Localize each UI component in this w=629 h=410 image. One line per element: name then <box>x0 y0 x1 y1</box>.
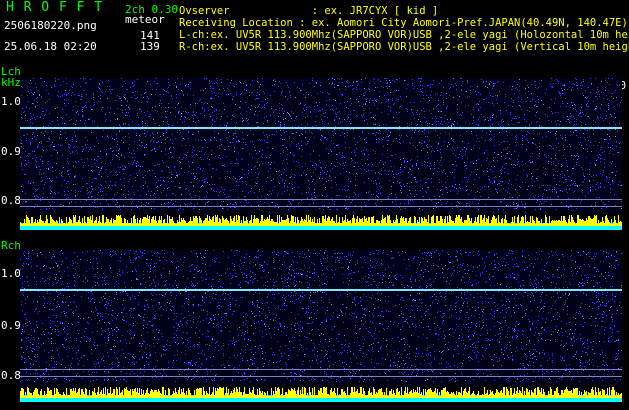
activity-bars <box>20 387 622 398</box>
observer-line: Ovserver : ex. JR7CYX [ kid ] <box>179 5 439 17</box>
lch-config-line: L-ch:ex. UV5R 113.900Mhz(SAPPORO VOR)USB… <box>179 29 629 41</box>
signal-trace <box>20 127 622 129</box>
meteor-count-r: 139 <box>140 40 160 53</box>
rch-config-line: R-ch:ex. UV5R 113.900Mhz(SAPPORO VOR)USB… <box>179 41 629 53</box>
lch-ytick-3: 0.8 <box>1 194 21 207</box>
rch-spectrogram-canvas <box>20 250 622 402</box>
rch-spectrogram <box>20 250 622 402</box>
reference-line <box>20 199 622 200</box>
reference-line <box>20 369 622 370</box>
image-filename: 2506180220.png <box>4 19 97 32</box>
lch-ytick-2: 0.9 <box>1 145 21 158</box>
spectrogram-background <box>20 250 622 385</box>
location-line: Receiving Location : ex. Aomori City Aom… <box>179 17 628 29</box>
rch-ytick-1: 1.0 <box>1 267 21 280</box>
rch-ytick-3: 0.8 <box>1 369 21 382</box>
app-brand: H R O F F T <box>6 0 104 15</box>
rch-label: Rch <box>1 239 21 252</box>
meteor-label: meteor <box>125 13 165 26</box>
reference-line <box>20 376 622 377</box>
lch-spectrogram <box>20 78 622 230</box>
signal-trace <box>20 289 622 291</box>
spectrogram-background <box>20 78 622 213</box>
lch-ytick-1: 1.0 <box>1 95 21 108</box>
reference-line <box>20 206 622 207</box>
lch-spectrogram-canvas <box>20 78 622 230</box>
lch-unit: kHz <box>1 76 21 89</box>
activity-bars <box>20 215 622 226</box>
capture-datetime: 25.06.18 02:20 <box>4 40 97 53</box>
rch-ytick-2: 0.9 <box>1 319 21 332</box>
